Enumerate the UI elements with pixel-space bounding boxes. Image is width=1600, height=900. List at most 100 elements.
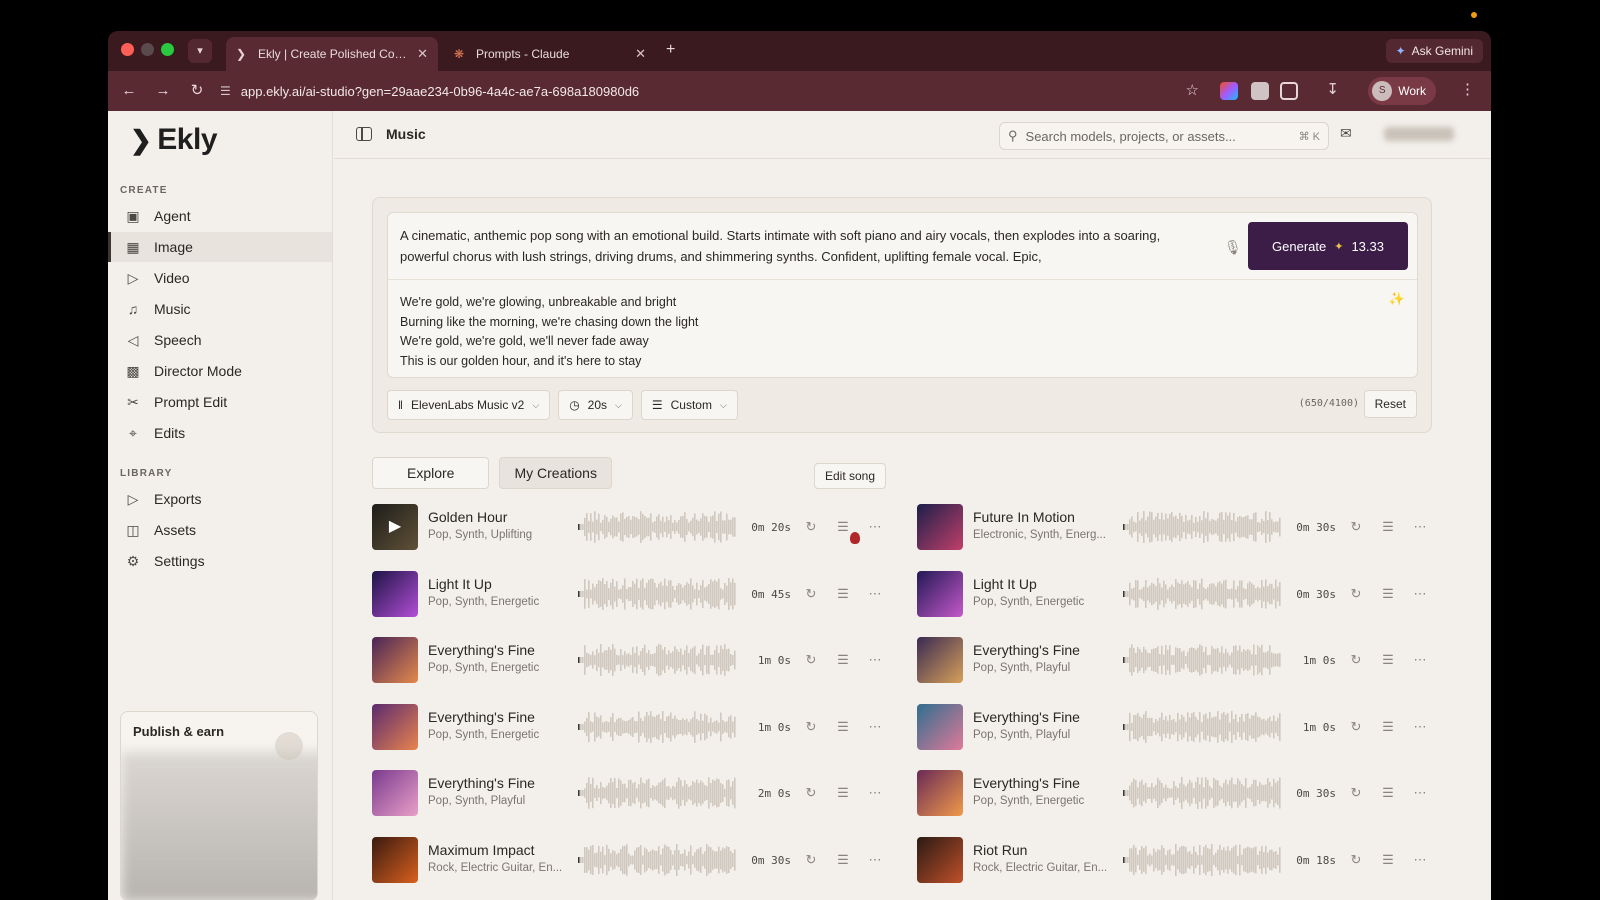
tab-search-button[interactable]: ▾ [188,39,212,63]
regenerate-icon[interactable]: ↻ [801,650,821,670]
model-select[interactable]: ‖ ElevenLabs Music v2 ⌵ [387,390,551,420]
lyrics-textarea[interactable]: We're gold, we're glowing, unbreakable a… [400,293,698,371]
track-cover[interactable] [372,703,418,750]
tab-claude[interactable]: ❋ Prompts - Claude ✕ [444,37,656,71]
tab-ekly[interactable]: ❯ Ekly | Create Polished Content ✕ [226,37,438,71]
waveform[interactable] [578,640,736,680]
track-row[interactable]: Light It Up Pop, Synth, Energetic 0m 30s ↻ ☰… [917,566,1445,622]
duration-select[interactable]: ◷ 20s ⌵ [558,390,633,420]
track-row[interactable]: Maximum Impact Rock, Electric Guitar, En.… [372,832,900,888]
more-options-icon[interactable]: ⋯ [1410,783,1430,803]
profile-button[interactable]: S Work [1368,77,1436,105]
track-cover[interactable] [917,703,963,750]
edit-song-icon[interactable]: ☰ [833,850,853,870]
magic-wand-icon[interactable]: ✨ [1389,291,1405,307]
regenerate-icon[interactable]: ↻ [1346,650,1366,670]
more-options-icon[interactable]: ⋯ [865,584,885,604]
mode-select[interactable]: ☰ Custom ⌵ [640,390,738,420]
waveform[interactable] [578,707,736,747]
track-row[interactable]: Everything's Fine Pop, Synth, Energetic 1m… [372,632,900,688]
waveform[interactable] [1123,574,1281,614]
track-row[interactable]: Everything's Fine Pop, Synth, Playful 1m 0… [917,632,1445,688]
extension-icon[interactable] [1251,82,1269,100]
regenerate-icon[interactable]: ↻ [1346,850,1366,870]
edit-song-icon[interactable]: ☰ [1378,584,1398,604]
waveform[interactable] [1123,773,1281,813]
sidebar-item-agent[interactable]: ▣ Agent [108,201,332,231]
track-row[interactable]: Everything's Fine Pop, Synth, Playful 1m 0… [917,699,1445,755]
edit-song-icon[interactable]: ☰ [1378,650,1398,670]
regenerate-icon[interactable]: ↻ [1346,517,1366,537]
sidebar-item-exports[interactable]: ▷ Exports [108,484,332,514]
waveform[interactable] [578,773,736,813]
regenerate-icon[interactable]: ↻ [801,850,821,870]
track-row[interactable]: Riot Run Rock, Electric Guitar, En... 0m 1… [917,832,1445,888]
edit-song-icon[interactable]: ☰ [833,650,853,670]
edit-song-icon[interactable]: ☰ [833,783,853,803]
more-options-icon[interactable]: ⋯ [865,650,885,670]
site-info-icon[interactable]: ☰ [220,84,231,98]
edit-song-icon[interactable]: ☰ [1378,717,1398,737]
browser-menu-icon[interactable]: ⋮ [1460,80,1475,98]
forward-button[interactable]: → [150,78,176,104]
waveform[interactable] [1123,640,1281,680]
more-options-icon[interactable]: ⋯ [865,517,885,537]
track-row[interactable]: Light It Up Pop, Synth, Energetic 0m 45s ↻ ☰… [372,566,900,622]
figma-extension-icon[interactable] [1220,82,1238,100]
play-icon[interactable]: ▶ [372,504,418,550]
track-cover[interactable] [917,570,963,617]
waveform[interactable] [1123,707,1281,747]
sidebar-item-assets[interactable]: ◫ Assets [108,515,332,545]
track-row[interactable]: Everything's Fine Pop, Synth, Energetic 1m… [372,699,900,755]
close-tab-icon[interactable]: ✕ [417,46,428,62]
close-window-button[interactable] [121,43,134,56]
waveform[interactable] [1123,840,1281,880]
track-cover[interactable]: ▶ [372,504,418,550]
address-bar[interactable]: ☰ app.ekly.ai/ai-studio?gen=29aae234-0b9… [220,77,1150,105]
ask-gemini-button[interactable]: ✦ Ask Gemini [1385,39,1483,63]
reset-button[interactable]: Reset [1363,390,1417,418]
track-row[interactable]: ▶ Golden Hour Pop, Synth, Uplifting 0m 20s ↻… [372,463,900,555]
user-menu[interactable] [1384,127,1454,141]
track-cover[interactable] [917,637,963,683]
track-cover[interactable] [372,770,418,816]
edit-song-icon[interactable]: ☰ [1378,517,1398,537]
more-options-icon[interactable]: ⋯ [1410,650,1430,670]
track-row[interactable]: Everything's Fine Pop, Synth, Playful 2m 0… [372,765,900,821]
waveform[interactable] [578,507,736,547]
more-options-icon[interactable]: ⋯ [1410,850,1430,870]
track-cover[interactable] [372,637,418,683]
edit-song-icon[interactable]: ☰ [1378,850,1398,870]
generate-button[interactable]: Generate ✦ 13.33 [1248,222,1408,270]
sidebar-item-settings[interactable]: ⚙ Settings [108,546,332,576]
tab-my-creations[interactable]: My Creations [499,457,612,489]
more-options-icon[interactable]: ⋯ [1410,717,1430,737]
sidebar-item-director-mode[interactable]: ▩ Director Mode [108,356,332,386]
sidebar-item-video[interactable]: ▷ Video [108,263,332,293]
back-button[interactable]: ← [116,78,142,104]
prompt-textarea[interactable]: A cinematic, anthemic pop song with an e… [400,225,1210,267]
more-options-icon[interactable]: ⋯ [1410,517,1430,537]
track-cover[interactable] [917,504,963,550]
bell-icon[interactable]: ✉ [1340,125,1352,142]
search-input[interactable]: ⚲ Search models, projects, or assets... … [999,122,1329,150]
more-options-icon[interactable]: ⋯ [1410,584,1430,604]
new-tab-button[interactable]: + [666,41,675,59]
more-options-icon[interactable]: ⋯ [865,783,885,803]
regenerate-icon[interactable]: ↻ [801,717,821,737]
waveform[interactable] [1123,507,1281,547]
bookmark-star-icon[interactable]: ☆ [1186,81,1199,99]
regenerate-icon[interactable]: ↻ [1346,717,1366,737]
maximize-window-button[interactable] [161,43,174,56]
sidebar-item-image[interactable]: ▦ Image [108,232,332,262]
track-cover[interactable] [917,770,963,816]
waveform[interactable] [578,574,736,614]
extensions-puzzle-icon[interactable] [1280,82,1298,100]
more-options-icon[interactable]: ⋯ [865,850,885,870]
minimize-window-button[interactable] [141,43,154,56]
edit-song-icon[interactable]: ☰ [833,717,853,737]
sidebar-item-speech[interactable]: ◁ Speech [108,325,332,355]
tab-explore[interactable]: Explore [372,457,490,489]
edit-song-icon[interactable]: ☰ [833,584,853,604]
more-options-icon[interactable]: ⋯ [865,717,885,737]
